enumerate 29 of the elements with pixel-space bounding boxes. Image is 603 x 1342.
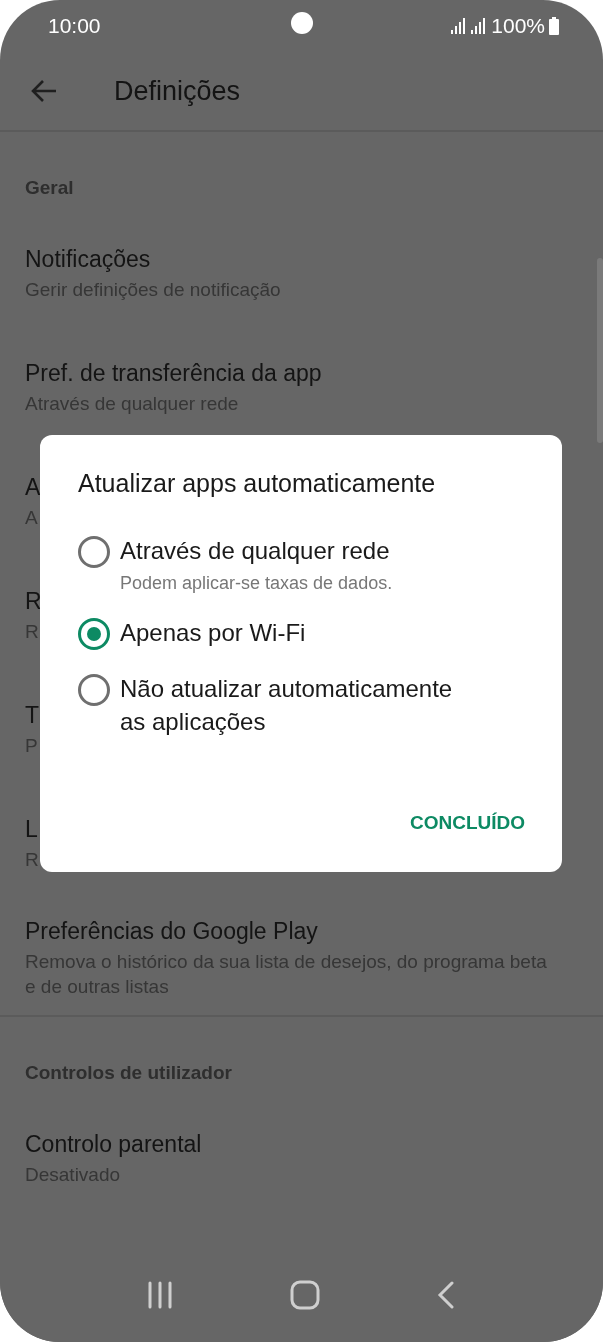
- battery-text: 100%: [491, 14, 545, 38]
- page-title: Definições: [114, 75, 241, 107]
- battery-icon: [549, 17, 559, 35]
- back-arrow-icon[interactable]: [30, 79, 58, 103]
- signal-icon: [451, 18, 488, 34]
- setting-title[interactable]: Notificações: [25, 246, 151, 273]
- home-icon[interactable]: [290, 1280, 321, 1310]
- setting-title[interactable]: L: [25, 816, 38, 843]
- setting-title[interactable]: Preferências do Google Play: [25, 917, 318, 945]
- back-icon[interactable]: [436, 1281, 455, 1309]
- setting-title[interactable]: Controlo parental: [25, 1131, 202, 1158]
- setting-title[interactable]: A: [25, 474, 41, 501]
- option-label[interactable]: Apenas por Wi-Fi: [120, 616, 306, 649]
- option-description: Podem aplicar-se taxas de dados.: [120, 573, 393, 594]
- done-button[interactable]: CONCLUÍDO: [409, 802, 525, 844]
- section-header: Geral: [24, 176, 75, 200]
- radio-button[interactable]: [78, 536, 110, 568]
- option-label[interactable]: Através de qualquer rede: [120, 534, 393, 567]
- radio-button[interactable]: [78, 618, 110, 650]
- option-label[interactable]: Não atualizar automaticamente as aplicações: [120, 672, 465, 738]
- radio-button[interactable]: [78, 674, 110, 706]
- section-header: Controlos de utilizador: [24, 1061, 233, 1085]
- recent-apps-icon[interactable]: [148, 1281, 175, 1309]
- time-text: 10:00: [48, 14, 101, 38]
- camera-dot: [291, 12, 313, 34]
- dialog-title: Atualizar apps automaticamente: [78, 469, 437, 498]
- setting-title[interactable]: T: [25, 702, 40, 729]
- setting-title[interactable]: R: [25, 588, 42, 615]
- setting-title[interactable]: Pref. de transferência da app: [25, 360, 322, 387]
